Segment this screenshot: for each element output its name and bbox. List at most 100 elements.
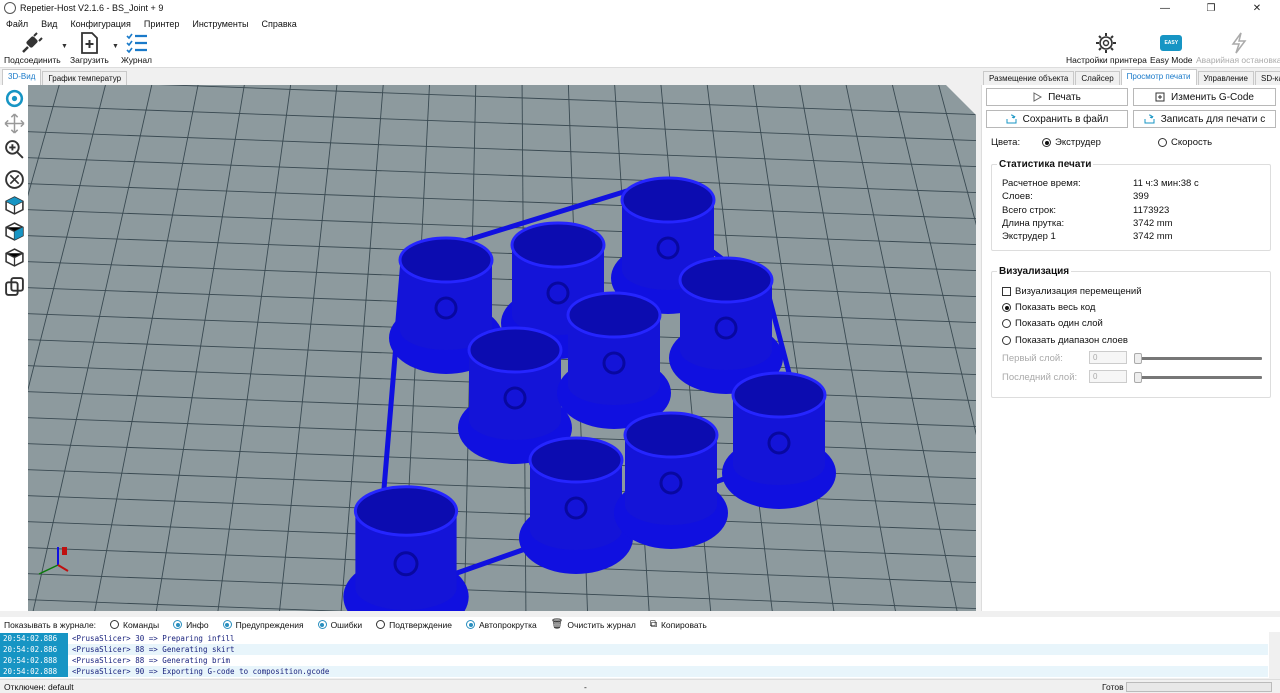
first-layer-slider[interactable] — [1135, 357, 1262, 360]
first-layer-thumb[interactable] — [1134, 353, 1142, 364]
restore-button[interactable]: ❐ — [1188, 0, 1234, 16]
last-layer-spinner[interactable]: 0 — [1089, 370, 1127, 383]
colors-label: Цвета: — [991, 137, 1021, 148]
travel-option[interactable]: Визуализация перемещений — [1002, 286, 1142, 297]
3d-viewport[interactable] — [28, 85, 976, 611]
filter-info[interactable]: Инфо — [173, 620, 209, 630]
stat-time-value: 11 ч:3 мин:38 с — [1133, 178, 1199, 189]
connect-button[interactable]: Подсоединить — [4, 32, 61, 65]
show-range-option[interactable]: Показать диапазон слоев — [1002, 335, 1128, 346]
log-button[interactable]: Журнал — [121, 32, 152, 65]
first-layer-spinner[interactable]: 0 — [1089, 351, 1127, 364]
last-layer-thumb[interactable] — [1134, 372, 1142, 383]
log-area[interactable]: 20:54:02.886 <PrusaSlicer> 30 => Preparin… — [0, 632, 1280, 678]
tab-temperature-graph[interactable]: График температур — [42, 71, 128, 85]
save-arrow-icon — [1006, 114, 1017, 124]
filter-ack[interactable]: Подтверждение — [376, 620, 452, 630]
menu-view[interactable]: Вид — [41, 19, 57, 29]
show-one-option[interactable]: Показать один слой — [1002, 318, 1103, 329]
minimize-button[interactable]: — — [1142, 0, 1188, 16]
gear-icon — [1096, 33, 1117, 53]
filter-commands-radio[interactable] — [110, 620, 120, 629]
filter-warnings-radio[interactable] — [222, 620, 232, 629]
filter-ack-radio[interactable] — [376, 620, 386, 629]
cube-front-icon[interactable] — [4, 195, 25, 216]
copy-log-button[interactable]: ⧉ Копировать — [650, 619, 707, 630]
sd-arrow-icon — [1144, 114, 1155, 124]
radio-show-one[interactable] — [1002, 319, 1011, 328]
rotate-view-icon[interactable] — [4, 88, 25, 109]
connect-dropdown-icon[interactable]: ▼ — [61, 43, 68, 50]
progress-bar — [1126, 682, 1272, 692]
print-button[interactable]: Печать — [986, 88, 1128, 106]
filter-autoscroll[interactable]: Автопрокрутка — [466, 620, 537, 630]
window-title: Repetier-Host V2.1.6 - BS_Joint + 9 — [20, 3, 164, 13]
tab-sd-card[interactable]: SD-карта — [1254, 71, 1280, 85]
filter-info-radio[interactable] — [173, 620, 183, 629]
zoom-icon[interactable] — [4, 139, 25, 160]
log-message: <PrusaSlicer> 90 => Exporting G-code to … — [68, 666, 1268, 677]
menu-printer[interactable]: Принтер — [144, 19, 180, 29]
copy-icon: ⧉ — [649, 619, 657, 630]
edit-gcode-button[interactable]: Изменить G-Code — [1133, 88, 1276, 106]
travel-checkbox[interactable] — [1002, 287, 1011, 296]
printer-settings-button[interactable]: Настройки принтера — [1066, 32, 1147, 65]
cube-side-icon[interactable] — [4, 221, 25, 242]
title-bar: Repetier-Host V2.1.6 - BS_Joint + 9 — ❐ … — [0, 0, 1280, 16]
clear-log-button[interactable]: 🗑 Очистить журнал — [551, 619, 636, 630]
log-timestamp: 20:54:02.888 — [0, 666, 68, 677]
filter-warnings[interactable]: Предупреждения — [222, 619, 304, 630]
tab-manual-control[interactable]: Управление — [1197, 71, 1254, 85]
menu-tools[interactable]: Инструменты — [192, 19, 248, 29]
filter-autoscroll-label: Автопрокрутка — [479, 619, 537, 630]
load-dropdown-icon[interactable]: ▼ — [112, 43, 119, 50]
radio-speed[interactable] — [1158, 138, 1167, 147]
filter-errors-radio[interactable] — [317, 620, 327, 629]
filter-errors-label: Ошибки — [330, 619, 363, 630]
tab-object-placement[interactable]: Размещение объекта — [983, 71, 1075, 85]
fit-view-icon[interactable] — [4, 169, 25, 190]
log-scrollbar[interactable] — [1269, 632, 1280, 678]
close-button[interactable]: ✕ — [1234, 0, 1280, 16]
ready-status: Готов — [1102, 682, 1124, 692]
filter-commands[interactable]: Команды — [110, 620, 159, 630]
menu-config[interactable]: Конфигурация — [70, 19, 130, 29]
log-show-label: Показывать в журнале: — [4, 619, 97, 630]
stat-filament-label: Длина прутка: — [1002, 218, 1065, 229]
radio-show-range[interactable] — [1002, 336, 1011, 345]
show-one-label: Показать один слой — [1015, 318, 1103, 329]
filter-autoscroll-radio[interactable] — [466, 620, 475, 629]
stat-time-label: Расчетное время: — [1002, 178, 1081, 189]
color-extruder-option[interactable]: Экструдер — [1042, 137, 1101, 148]
move-view-icon[interactable] — [4, 113, 25, 134]
filter-errors[interactable]: Ошибки — [317, 619, 363, 630]
radio-extruder[interactable] — [1042, 138, 1051, 147]
lightning-icon — [1231, 32, 1247, 54]
copy-log-label: Копировать — [660, 619, 707, 630]
print-bed-render — [28, 85, 976, 611]
last-layer-slider[interactable] — [1135, 376, 1262, 379]
tab-3d-view[interactable]: 3D-Вид — [2, 69, 42, 85]
travel-label: Визуализация перемещений — [1015, 286, 1142, 297]
app-icon — [4, 2, 16, 14]
write-sd-button[interactable]: Записать для печати с — [1133, 110, 1276, 128]
menu-help[interactable]: Справка — [261, 19, 296, 29]
filter-info-label: Инфо — [186, 619, 209, 630]
stat-lines-value: 1173923 — [1133, 205, 1170, 216]
save-to-file-button[interactable]: Сохранить в файл — [986, 110, 1128, 128]
emergency-stop-label: Аварийная остановка — [1196, 55, 1280, 65]
radio-show-all[interactable] — [1002, 303, 1011, 312]
objects-overlap-icon[interactable] — [4, 276, 25, 297]
stat-layers-label: Слоев: — [1002, 191, 1033, 202]
visualization-title: Визуализация — [997, 266, 1072, 277]
color-speed-option[interactable]: Скорость — [1158, 137, 1212, 148]
cube-top-icon[interactable] — [4, 247, 25, 268]
tab-slicer[interactable]: Слайсер — [1075, 71, 1120, 85]
easy-mode-button[interactable]: EASY Easy Mode — [1150, 32, 1193, 65]
log-timestamp: 20:54:02.888 — [0, 655, 68, 666]
show-all-option[interactable]: Показать весь код — [1002, 302, 1095, 313]
filter-warnings-label: Предупреждения — [235, 619, 304, 630]
menu-file[interactable]: Файл — [6, 19, 28, 29]
tab-print-preview[interactable]: Просмотр печати — [1120, 69, 1197, 85]
load-button[interactable]: Загрузить — [70, 32, 109, 65]
